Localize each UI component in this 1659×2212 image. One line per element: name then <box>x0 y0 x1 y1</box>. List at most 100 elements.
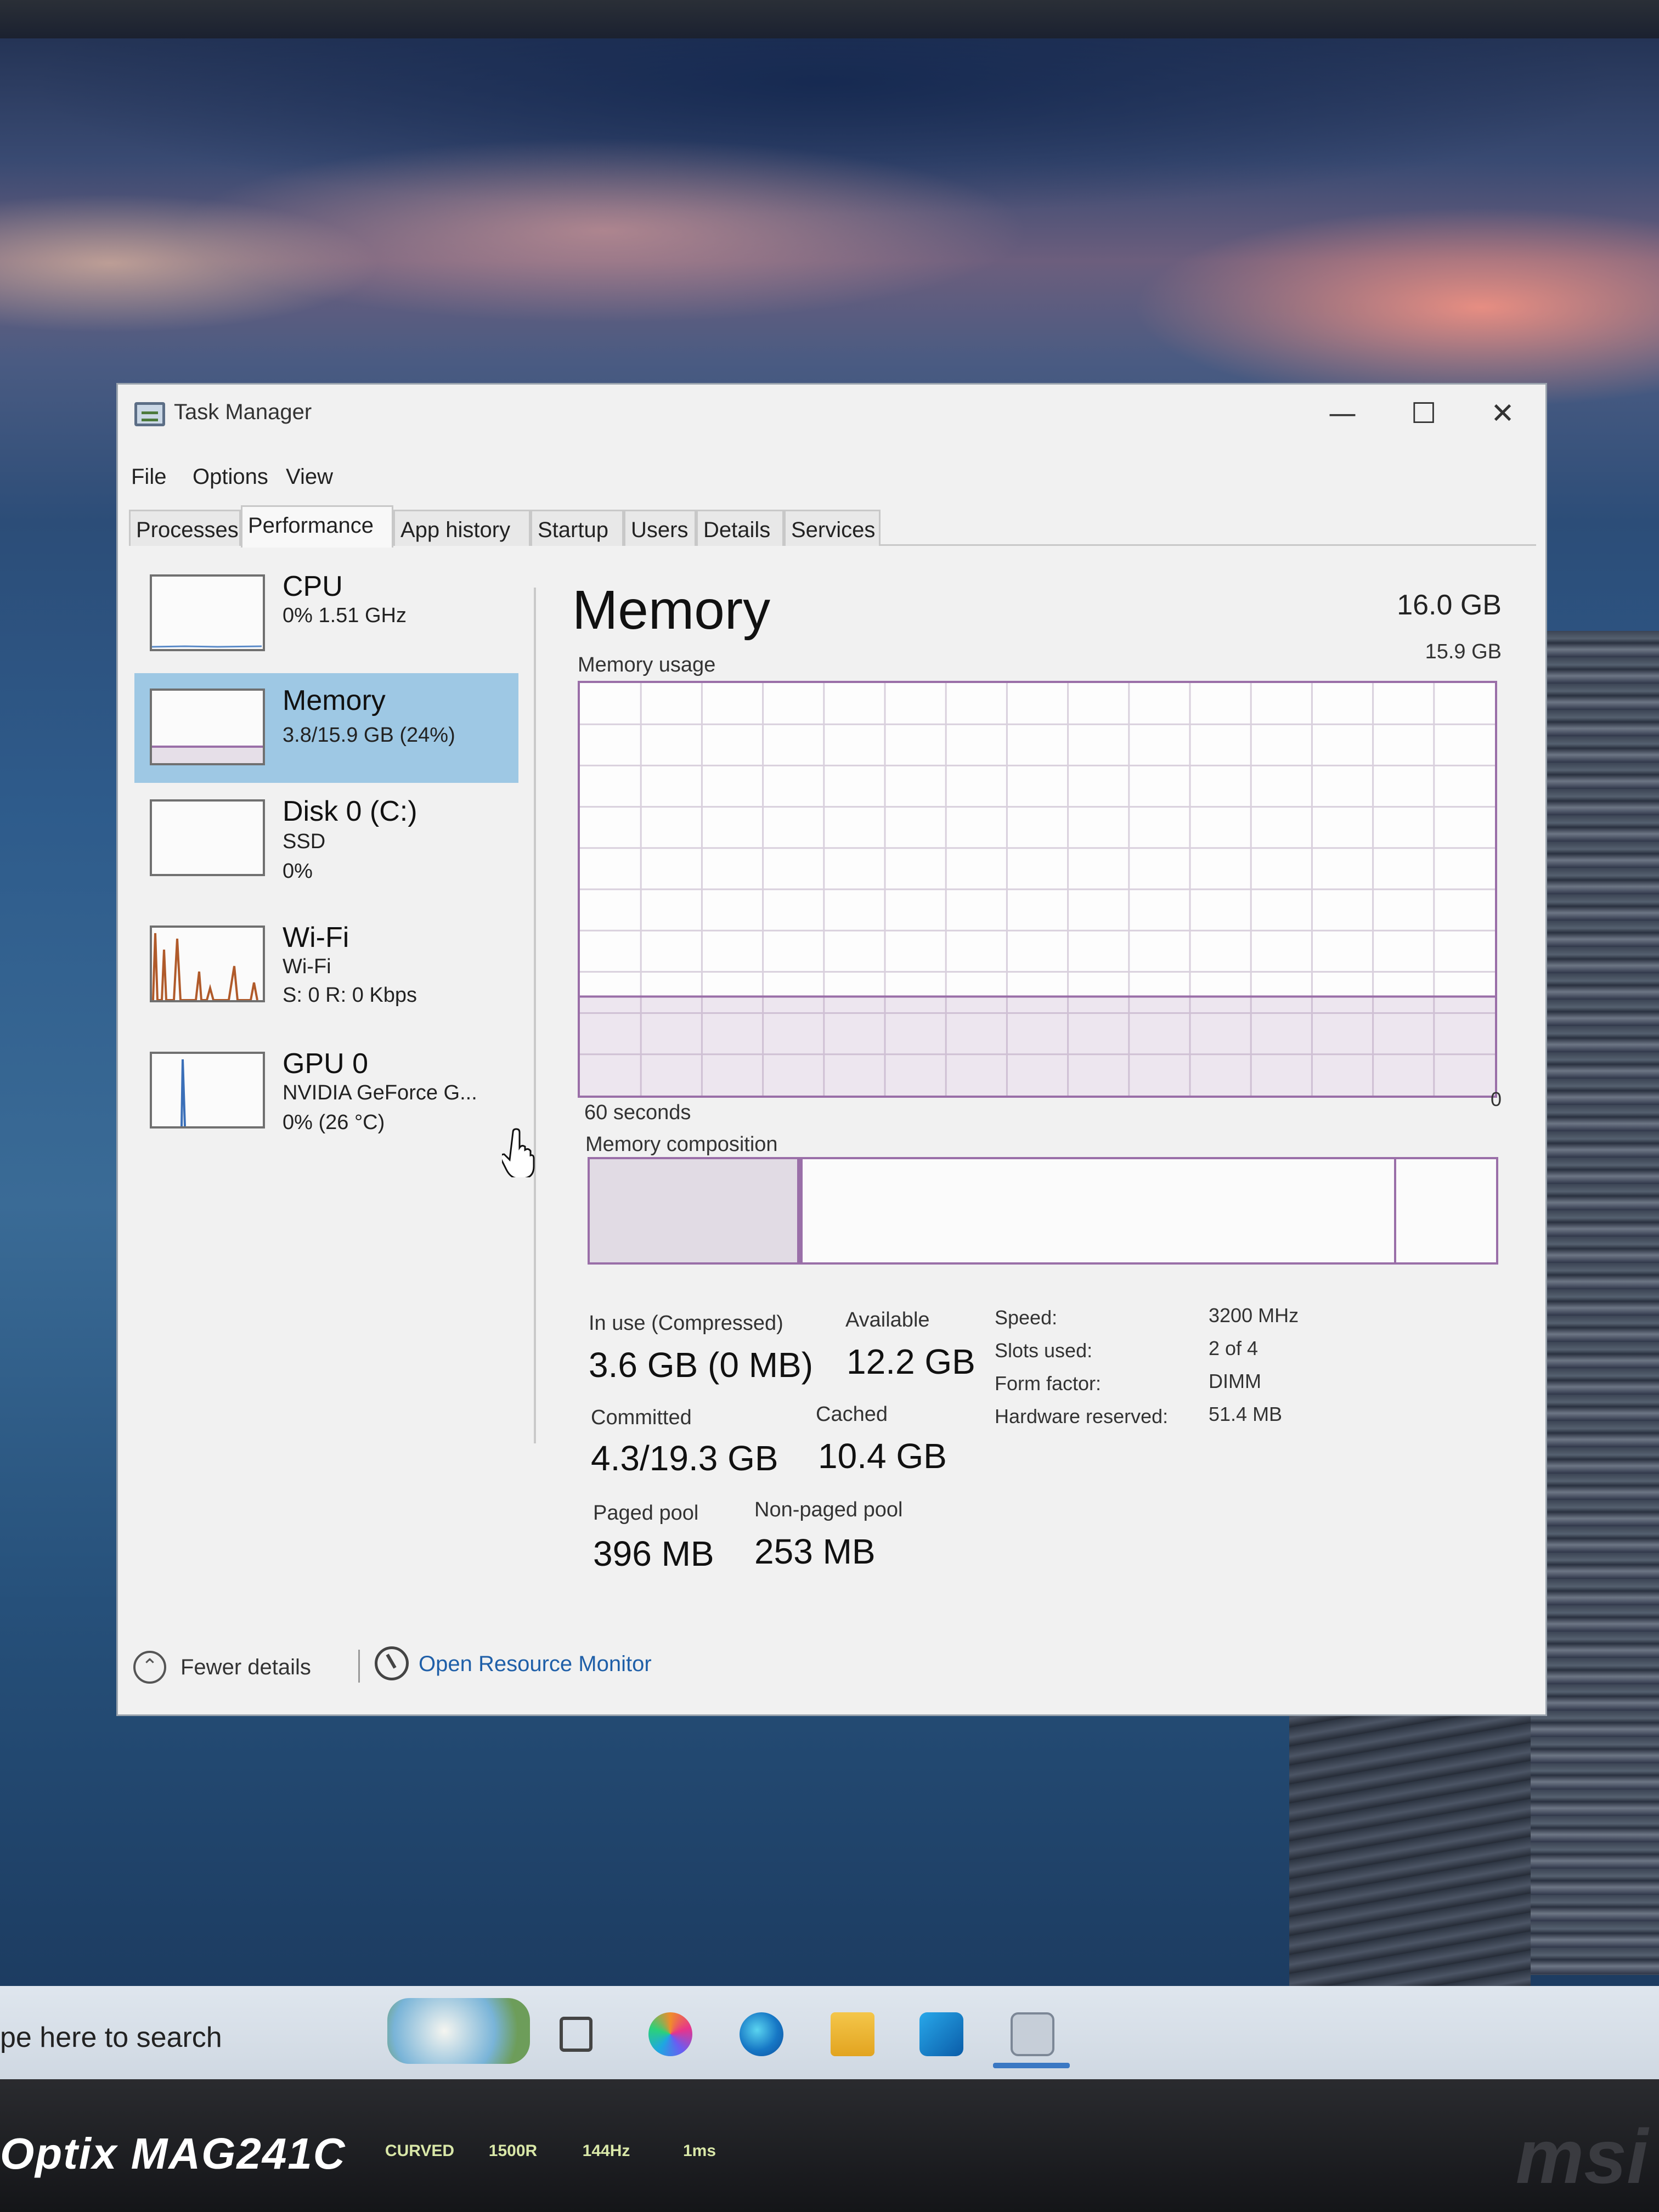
sidebar-item-detail: S: 0 R: 0 Kbps <box>283 984 417 1007</box>
gpu-thumbnail <box>150 1052 265 1128</box>
sidebar-item-detail: NVIDIA GeForce G... <box>283 1081 477 1104</box>
in-use-label: In use (Compressed) <box>589 1312 783 1335</box>
task-manager-window: Task Manager — ☐ ✕ File Options View Pro… <box>116 383 1547 1716</box>
menu-file[interactable]: File <box>131 465 166 489</box>
monitor-brand: Optix MAG241C <box>0 2129 346 2178</box>
composition-standby <box>803 1159 1397 1262</box>
file-explorer-icon[interactable] <box>831 2012 874 2056</box>
hand-cursor-icon <box>502 1128 535 1177</box>
tab-app-history[interactable]: App history <box>393 510 531 546</box>
disk-thumbnail <box>150 799 265 876</box>
monitor-badges: CURVED 1500R 144Hz 1ms <box>384 2121 933 2192</box>
sidebar-item-detail: 0% (26 °C) <box>283 1111 385 1134</box>
active-app-indicator <box>993 2063 1070 2068</box>
cpu-thumbnail <box>150 574 265 651</box>
graph-time-span: 60 seconds <box>584 1101 691 1124</box>
tab-services[interactable]: Services <box>784 510 881 546</box>
tab-strip: Processes Performance App history Startu… <box>129 505 1536 548</box>
task-view-icon[interactable] <box>560 2017 592 2052</box>
sidebar-item-detail: 0% 1.51 GHz <box>283 604 407 627</box>
memory-thumbnail-fill <box>152 746 263 763</box>
menu-options[interactable]: Options <box>193 465 268 489</box>
footer-separator <box>358 1650 360 1683</box>
badge-144hz: 144Hz <box>582 2142 630 2160</box>
sidebar-item-wifi[interactable]: Wi-Fi Wi-Fi S: 0 R: 0 Kbps <box>134 910 518 1020</box>
badge-1ms: 1ms <box>682 2142 716 2160</box>
cached-value: 10.4 GB <box>818 1436 947 1476</box>
maximize-button[interactable]: ☐ <box>1396 394 1451 433</box>
resource-monitor-icon <box>375 1646 409 1680</box>
taskbar-search-box[interactable]: pe here to search <box>0 2002 384 2063</box>
memory-usage-graph <box>578 681 1497 1098</box>
search-placeholder: pe here to search <box>0 2022 222 2053</box>
available-label: Available <box>845 1308 930 1331</box>
sidebar-item-detail: 3.8/15.9 GB (24%) <box>283 724 455 747</box>
wifi-thumbnail <box>150 926 265 1002</box>
sidebar-item-detail: 0% <box>283 860 313 883</box>
sidebar-divider <box>534 588 536 1443</box>
sidebar-item-label: Memory <box>283 685 386 716</box>
resource-sidebar: CPU 0% 1.51 GHz Memory 3.8/15.9 GB (24%)… <box>118 548 535 1481</box>
spec-form-factor-value: DIMM <box>1209 1370 1261 1392</box>
memory-usage-plot <box>580 683 1495 1096</box>
minimize-button[interactable]: — <box>1315 394 1370 433</box>
memory-composition-bar <box>588 1157 1498 1265</box>
sidebar-item-label: Wi-Fi <box>283 922 349 953</box>
in-use-value: 3.6 GB (0 MB) <box>589 1345 813 1385</box>
fewer-details-label: Fewer details <box>180 1655 311 1679</box>
tab-processes[interactable]: Processes <box>129 510 241 546</box>
tab-startup[interactable]: Startup <box>531 510 624 546</box>
sidebar-item-cpu[interactable]: CPU 0% 1.51 GHz <box>134 559 518 669</box>
taskbar: pe here to search <box>0 1986 1659 2079</box>
memory-usage-label: Memory usage <box>578 653 716 676</box>
sidebar-item-detail: Wi-Fi <box>283 955 331 978</box>
copilot-icon[interactable] <box>648 2012 692 2056</box>
edge-icon[interactable] <box>740 2012 783 2056</box>
menu-view[interactable]: View <box>286 465 333 489</box>
spec-slots-value: 2 of 4 <box>1209 1337 1259 1359</box>
title-bar[interactable]: Task Manager — ☐ ✕ <box>118 385 1545 434</box>
memory-composition-label: Memory composition <box>585 1133 778 1156</box>
search-highlight-image[interactable] <box>387 1998 530 2064</box>
spec-hardware-reserved-value: 51.4 MB <box>1209 1403 1283 1425</box>
sidebar-item-gpu[interactable]: GPU 0 NVIDIA GeForce G... 0% (26 °C) <box>134 1036 518 1146</box>
wallpaper-pier-lower <box>1289 1690 1531 1986</box>
composition-in-use <box>590 1159 803 1262</box>
sidebar-item-label: GPU 0 <box>283 1048 369 1080</box>
memory-thumbnail <box>150 689 265 765</box>
close-button[interactable]: ✕ <box>1475 394 1530 433</box>
spec-form-factor-label: Form factor: <box>995 1372 1102 1395</box>
memory-usage-max: 15.9 GB <box>1425 640 1502 663</box>
spec-speed-value: 3200 MHz <box>1209 1304 1299 1327</box>
page-title: Memory <box>572 579 771 641</box>
spec-hardware-reserved-label: Hardware reserved: <box>995 1405 1169 1427</box>
committed-value: 4.3/19.3 GB <box>591 1438 778 1478</box>
task-manager-taskbar-icon[interactable] <box>1011 2012 1054 2056</box>
tab-performance[interactable]: Performance <box>241 505 393 548</box>
chevron-up-icon: ⌃ <box>133 1651 166 1684</box>
composition-free <box>1396 1159 1496 1262</box>
sidebar-item-memory[interactable]: Memory 3.8/15.9 GB (24%) <box>134 673 518 783</box>
available-value: 12.2 GB <box>847 1342 975 1381</box>
tab-details[interactable]: Details <box>696 510 784 546</box>
spec-speed-label: Speed: <box>995 1306 1058 1329</box>
window-title: Task Manager <box>174 400 312 424</box>
outlook-icon[interactable] <box>919 2012 963 2056</box>
badge-curved: CURVED <box>385 2142 455 2160</box>
open-resource-monitor-link[interactable]: Open Resource Monitor <box>419 1652 652 1677</box>
cached-label: Cached <box>816 1403 888 1426</box>
spec-slots-label: Slots used: <box>995 1339 1093 1362</box>
msi-logo: msi <box>1515 2113 1648 2199</box>
tab-users[interactable]: Users <box>624 510 696 546</box>
sidebar-item-label: CPU <box>283 571 343 602</box>
non-paged-pool-value: 253 MB <box>754 1532 876 1571</box>
sidebar-item-label: Disk 0 (C:) <box>283 795 417 827</box>
sidebar-item-detail: SSD <box>283 830 326 853</box>
total-capacity: 16.0 GB <box>1397 589 1502 621</box>
paged-pool-value: 396 MB <box>593 1534 714 1573</box>
non-paged-pool-label: Non-paged pool <box>754 1498 903 1521</box>
sidebar-item-disk[interactable]: Disk 0 (C:) SSD 0% <box>134 784 518 894</box>
committed-label: Committed <box>591 1406 692 1429</box>
badge-1500r: 1500R <box>488 2142 538 2160</box>
task-manager-icon <box>134 402 165 426</box>
